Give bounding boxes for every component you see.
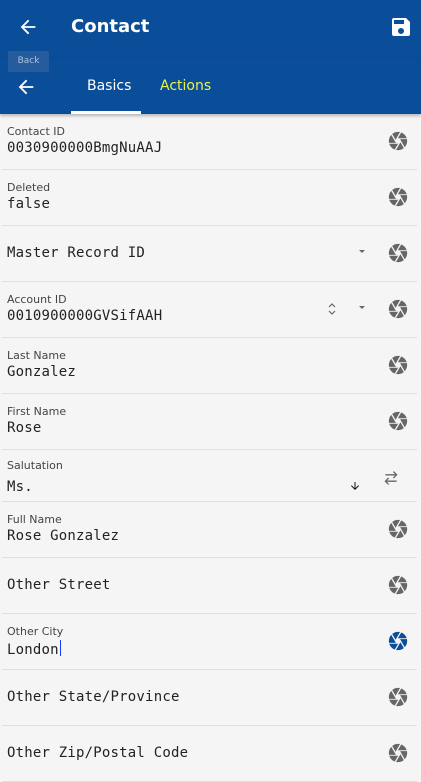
app-bar: Back Contact (0, 0, 421, 72)
sort-toggle-icon[interactable] (327, 299, 337, 319)
field-placeholder[interactable]: Other Zip/Postal Code (7, 745, 188, 761)
page-title: Contact (71, 16, 150, 37)
other-street-field[interactable]: Other Street (2, 558, 417, 614)
field-placeholder[interactable]: Master Record ID (7, 245, 145, 261)
aperture-icon[interactable] (387, 242, 409, 264)
first-name-field[interactable]: First Name Rose (2, 394, 417, 450)
aperture-icon[interactable] (387, 518, 409, 540)
field-value[interactable]: Rose (7, 420, 42, 436)
field-label: Full Name (7, 513, 62, 526)
arrow-down-icon[interactable] (349, 480, 361, 492)
save-icon (392, 18, 410, 36)
field-value[interactable]: 0010900000GVSifAAH (7, 308, 162, 324)
aperture-icon[interactable] (387, 410, 409, 432)
field-label: First Name (7, 405, 67, 418)
deleted-field[interactable]: Deleted false (2, 170, 417, 226)
back-tooltip: Back (8, 51, 49, 72)
tab-basics[interactable]: Basics (87, 78, 131, 94)
aperture-icon[interactable] (387, 354, 409, 376)
arrow-left-icon (20, 19, 36, 35)
field-label: Account ID (7, 293, 67, 306)
aperture-icon[interactable] (387, 298, 409, 320)
dropdown-caret-icon[interactable] (359, 250, 365, 253)
field-placeholder[interactable]: Other State/Province (7, 689, 180, 705)
account-id-field[interactable]: Account ID 0010900000GVSifAAH (2, 282, 417, 338)
back-button[interactable] (0, 0, 54, 58)
other-city-field[interactable]: Other City London (2, 614, 417, 670)
arrow-left-icon (18, 79, 34, 95)
field-value[interactable]: 0030900000BmgNuAAJ (7, 140, 162, 156)
field-label: Last Name (7, 349, 66, 362)
field-label: Contact ID (7, 125, 66, 138)
field-label: Salutation (7, 459, 63, 472)
tab-bar: Basics Actions (0, 58, 421, 114)
aperture-icon[interactable] (387, 186, 409, 208)
last-name-field[interactable]: Last Name Gonzalez (2, 338, 417, 394)
master-record-id-field[interactable]: Master Record ID (2, 226, 417, 282)
aperture-icon[interactable] (387, 574, 409, 596)
tab-back-button[interactable] (15, 76, 39, 100)
field-value[interactable]: Rose Gonzalez (7, 528, 119, 544)
field-placeholder[interactable]: Other Street (7, 577, 111, 593)
field-value[interactable]: Ms. (7, 479, 33, 495)
field-value[interactable]: false (7, 196, 50, 212)
field-label: Other City (7, 625, 64, 638)
save-button[interactable] (389, 15, 413, 39)
field-list: Contact ID 0030900000BmgNuAAJ Deleted fa… (0, 114, 421, 782)
aperture-icon[interactable] (387, 130, 409, 152)
salutation-field[interactable]: Salutation Ms. (2, 450, 417, 502)
other-zip-field[interactable]: Other Zip/Postal Code (2, 726, 417, 782)
aperture-icon[interactable] (387, 686, 409, 708)
other-state-field[interactable]: Other State/Province (2, 670, 417, 726)
swap-icon[interactable] (381, 470, 401, 486)
field-label: Deleted (7, 181, 51, 194)
tab-actions[interactable]: Actions (160, 78, 211, 94)
contact-id-field[interactable]: Contact ID 0030900000BmgNuAAJ (2, 114, 417, 170)
aperture-icon[interactable] (387, 630, 409, 652)
field-value-container[interactable]: London (7, 640, 61, 658)
field-value[interactable]: London (7, 642, 59, 658)
full-name-field[interactable]: Full Name Rose Gonzalez (2, 502, 417, 558)
dropdown-caret-icon[interactable] (359, 306, 365, 309)
field-value[interactable]: Gonzalez (7, 364, 76, 380)
text-cursor (59, 640, 61, 656)
